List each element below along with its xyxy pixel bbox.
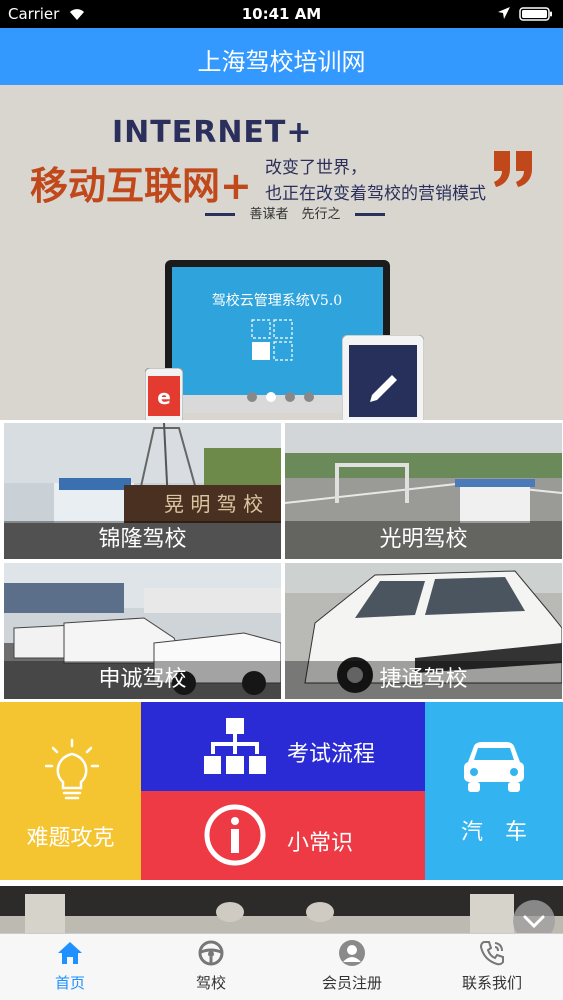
banner-line-1: 改变了世界， <box>265 158 367 178</box>
tab-bar: 首页 驾校 会员注册 联系我们 <box>0 933 563 1000</box>
car-icon <box>464 742 524 792</box>
school-tile-shencheng[interactable]: 申诚驾校 <box>4 563 281 699</box>
car-tile[interactable]: 汽 车 <box>425 702 563 880</box>
tab-home[interactable]: 首页 <box>0 934 140 1000</box>
school-tile-guangming[interactable]: 光明驾校 <box>285 423 562 559</box>
tab-member-register[interactable]: 会员注册 <box>282 934 422 1000</box>
battery-icon <box>519 7 552 21</box>
tips-tile[interactable]: 小常识 <box>141 791 425 880</box>
school-name: 申诚驾校 <box>4 661 281 699</box>
phone-illustration: e <box>145 368 183 420</box>
banner-line-2: 也正在改变着驾校的营销模式 <box>265 184 486 204</box>
difficult-questions-tile[interactable]: 难题攻克 <box>0 702 141 880</box>
carousel-dot[interactable] <box>247 392 257 402</box>
clock: 10:41 AM <box>241 5 322 23</box>
banner-headline-en: INTERNET+ <box>112 115 313 150</box>
feature-section: 难题攻克 考试流程 小常识 汽 车 <box>0 702 563 880</box>
quote-mark-icon <box>494 151 532 187</box>
tab-label: 会员注册 <box>321 974 382 992</box>
school-name: 锦隆驾校 <box>4 521 281 559</box>
carousel-dot[interactable] <box>285 392 295 402</box>
navigation-bar: 上海驾校培训网 <box>0 28 563 85</box>
tab-driving-school[interactable]: 驾校 <box>141 934 281 1000</box>
banner-headline-cn: 移动互联网+ <box>30 164 252 208</box>
flowchart-icon <box>204 718 266 774</box>
promo-image-partial[interactable] <box>0 886 563 934</box>
school-tile-jietong[interactable]: 捷通驾校 <box>285 563 562 699</box>
app-screen: Carrier 10:41 AM 上海驾校培训网 INTERNET+ 移动互联网… <box>0 0 563 1000</box>
tablet-illustration <box>342 335 424 420</box>
divider <box>355 213 385 216</box>
page-title: 上海驾校培训网 <box>197 48 366 76</box>
exam-process-label: 考试流程 <box>287 742 376 767</box>
tab-label: 首页 <box>54 974 85 992</box>
location-arrow-icon <box>498 7 510 19</box>
system-title: 驾校云管理系统V5.0 <box>211 293 343 309</box>
lightbulb-icon <box>45 738 99 800</box>
school-grid: 晃 明 驾 校 锦隆驾校 光明驾校 申诚驾校 捷通驾校 <box>0 420 563 702</box>
school-name: 光明驾校 <box>285 521 562 559</box>
phone-icon <box>479 941 504 966</box>
school-tile-jinlong[interactable]: 晃 明 驾 校 锦隆驾校 <box>4 423 281 559</box>
tab-label: 联系我们 <box>461 974 522 992</box>
carousel-indicator <box>247 387 323 402</box>
tips-label: 小常识 <box>287 831 354 856</box>
difficult-questions-label: 难题攻克 <box>26 826 115 851</box>
home-icon <box>58 942 82 964</box>
carousel-dot[interactable] <box>304 392 314 402</box>
exam-process-tile[interactable]: 考试流程 <box>141 702 425 791</box>
user-icon <box>339 940 365 966</box>
tab-contact-us[interactable]: 联系我们 <box>422 934 562 1000</box>
tab-label: 驾校 <box>195 974 226 992</box>
car-label: 汽 车 <box>460 820 527 845</box>
svg-text:e: e <box>157 385 171 409</box>
status-bar: Carrier 10:41 AM <box>0 0 563 28</box>
carousel-dot-active[interactable] <box>266 392 276 402</box>
stone-railing-photo <box>0 886 563 934</box>
svg-text:晃 明 驾 校: 晃 明 驾 校 <box>164 492 263 516</box>
info-icon <box>204 804 266 866</box>
banner-carousel[interactable]: INTERNET+ 移动互联网+ 改变了世界， 也正在改变着驾校的营销模式 善谋… <box>0 85 563 420</box>
school-name: 捷通驾校 <box>285 661 562 699</box>
steering-wheel-icon <box>198 940 224 966</box>
